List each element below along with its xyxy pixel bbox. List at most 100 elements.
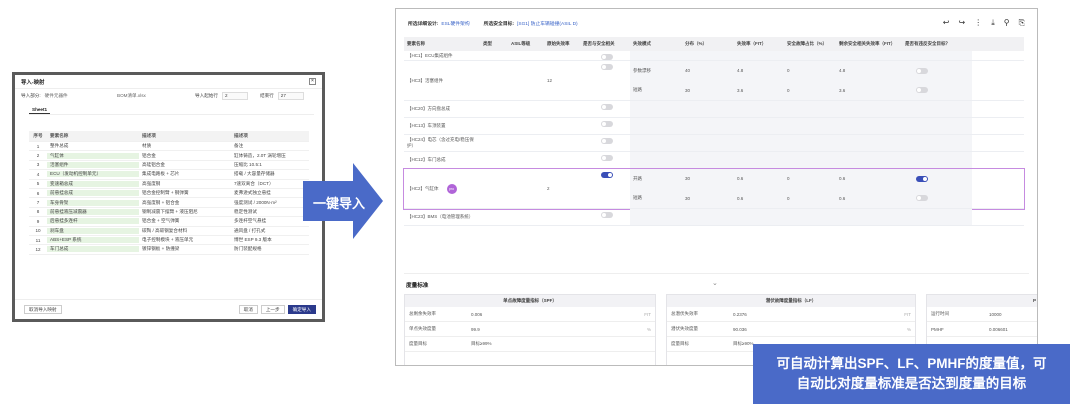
metric-value: 0.2376 xyxy=(733,311,747,317)
type-cell xyxy=(480,135,508,151)
table-cell: 12 xyxy=(35,246,41,252)
metric-label: PMHF xyxy=(931,326,944,332)
element-name-cell: 【HC13】车顶装置 xyxy=(404,118,480,134)
column-header[interactable]: ASIL等级 xyxy=(508,41,544,47)
safety-toggle[interactable] xyxy=(600,54,613,60)
tab-sheet1[interactable]: Sheet1 xyxy=(29,107,51,114)
column-header[interactable]: 要素名称 xyxy=(404,41,480,47)
table-cell: 镀锌钢板 + 防撞梁 xyxy=(142,246,180,252)
failure-sf-cell xyxy=(784,101,836,117)
mapping-table: 序号 要素名称 描述项 描述项 1 整件总成 材质 备注 2 气缸体 铝合金 缸体铸造，2.0… xyxy=(29,131,309,255)
safety-toggle[interactable] xyxy=(600,121,613,127)
failure-sf-cell: 00 xyxy=(784,61,836,100)
column-header[interactable]: 要素名称 xyxy=(47,133,139,139)
safety-toggle[interactable] xyxy=(600,64,613,70)
table-row: 4 ECU（发动机控制单元） 集成电路板 + 芯片 搭载 / 大容量存储器 xyxy=(29,170,309,180)
failure-dist: 30 xyxy=(685,87,691,93)
table-row: 【HC12】车门总成 xyxy=(404,152,1024,169)
rate-cell xyxy=(544,101,580,117)
failure-fit: 0.6 xyxy=(737,195,744,201)
failure-residual-cell: 4.8 3.6 xyxy=(836,61,902,100)
end-row-input[interactable]: 27 xyxy=(277,91,304,100)
failure-mode: 参数漂移 xyxy=(633,67,651,73)
element-name-cell: 【HC12】车门总成 xyxy=(404,152,480,168)
failure-fit-cell xyxy=(734,152,784,168)
violation-cell xyxy=(902,118,972,134)
column-header[interactable]: 描述项 xyxy=(231,133,309,139)
confirm-import-button[interactable]: 确定导入 xyxy=(287,305,316,314)
table-row: 【HC13】车顶装置 xyxy=(404,118,1024,135)
table-cell: 4 xyxy=(36,171,40,177)
column-header: 分布（%） xyxy=(685,41,708,46)
violation-toggle[interactable] xyxy=(916,87,928,94)
attach-icon[interactable]: ⎘ xyxy=(1019,19,1025,27)
metric-value: 99.9 xyxy=(471,326,480,332)
analysis-link[interactable]: ESL硬件架构 xyxy=(441,20,469,27)
element-name: 【HC13】车顶装置 xyxy=(407,123,446,128)
safety-toggle[interactable] xyxy=(600,104,613,110)
cancel-mapping-button[interactable]: 取消导入映射 xyxy=(24,305,62,314)
failure-mode-cell: 开路 短路 xyxy=(630,169,682,208)
failure-fit: 0.6 xyxy=(737,176,744,182)
table-cell: 铝合金 xyxy=(142,152,156,158)
import-part-label: 导入部分: xyxy=(21,92,41,98)
safety-toggle[interactable] xyxy=(600,172,613,178)
table-cell: 多连杆空气悬挂 xyxy=(234,218,267,224)
safety-toggle[interactable] xyxy=(600,155,613,161)
violation-toggle[interactable] xyxy=(916,175,928,182)
metric-unit: % xyxy=(646,326,651,332)
table-cell: 前悬挂总成 xyxy=(47,190,139,197)
cancel-button[interactable]: 取消 xyxy=(238,305,258,314)
element-name-cell: 【HC20】方向盘总成 xyxy=(404,101,480,117)
failure-sf-cell xyxy=(784,118,836,134)
search-icon[interactable]: ⚲ xyxy=(1004,19,1010,27)
failure-fit-cell xyxy=(734,209,784,225)
failure-sf: 0 xyxy=(787,195,790,201)
violation-toggle[interactable] xyxy=(916,195,928,202)
table-cell: ECU（发动机控制单元） xyxy=(47,171,139,178)
analysis-label: 所选详细设计: xyxy=(408,21,439,27)
failure-mode-cell xyxy=(630,51,682,60)
more-icon[interactable]: ⋮ xyxy=(974,19,982,27)
table-cell: 2 xyxy=(36,153,40,159)
divider xyxy=(404,273,1029,274)
metric-unit: FIT xyxy=(904,311,911,317)
failure-mode-cell xyxy=(630,209,682,225)
table-cell: 7 xyxy=(36,200,40,206)
import-part-value[interactable]: 硬件元器件 xyxy=(45,93,68,99)
dialog-title: 导入-映射 xyxy=(21,79,45,86)
table-cell: 5 xyxy=(36,181,40,187)
rate-cell xyxy=(544,209,580,225)
table-row: 【HC24】电芯（含过充电/稳压保护） xyxy=(404,135,1024,152)
element-name: 【HC12】车门总成 xyxy=(407,157,446,162)
import-dialog-frame: 导入-映射 × 导入部分: 硬件元器件 BOM清单.xlsx 导入起始行 2 结… xyxy=(12,72,325,322)
table-row: 9 后悬挂多连杆 铝合金 + 空气弹簧 多连杆空气悬挂 xyxy=(29,217,309,227)
pmhf-rows: 运行时间 10000 PMHF 0.006601 xyxy=(927,307,1037,337)
target-link[interactable]: [SG1] 防止车辆碰撞(ASIL D) xyxy=(517,20,578,27)
safety-toggle[interactable] xyxy=(600,138,613,144)
failure-residual-cell xyxy=(836,209,902,225)
chevron-down-icon[interactable]: ⌄ xyxy=(712,279,718,287)
safety-related-cell xyxy=(580,101,630,117)
column-header[interactable]: 描述项 xyxy=(139,133,231,139)
undo-icon[interactable]: ↩ xyxy=(943,19,950,27)
safety-toggle[interactable] xyxy=(600,212,613,218)
close-icon[interactable]: × xyxy=(309,78,316,85)
failure-dist-cell xyxy=(682,135,734,151)
failure-fit: 4.8 xyxy=(737,68,744,74)
failure-sf: 0 xyxy=(787,68,790,74)
download-icon[interactable]: ⤓ xyxy=(991,19,995,27)
table-row: 5 变速箱总成 高强度钢 7速双离合（DCT） xyxy=(29,180,309,189)
start-row-input[interactable]: 2 xyxy=(221,91,248,100)
prev-step-button[interactable]: 上一步 xyxy=(260,305,285,314)
fmeda-table-body: 【HC1】ECU集成组件 【HC3】活塞组件 12 参数漂移 短路 40 30 4.8 3.6 0… xyxy=(403,51,1025,226)
metric-row: PMHF 0.006601 xyxy=(927,322,1037,337)
metric-label: 单点失效度量 xyxy=(409,326,436,331)
column-header: 是否有违反安全目标？ xyxy=(905,41,950,46)
violation-toggle[interactable] xyxy=(916,67,928,74)
table-cell: 7速双离合（DCT） xyxy=(234,180,274,186)
type-cell xyxy=(480,152,508,168)
column-header: 失效模式 xyxy=(633,41,651,46)
redo-icon[interactable]: ↪ xyxy=(958,19,965,27)
table-row: 【HC23】BMS（电池管理系统） xyxy=(404,209,1024,226)
